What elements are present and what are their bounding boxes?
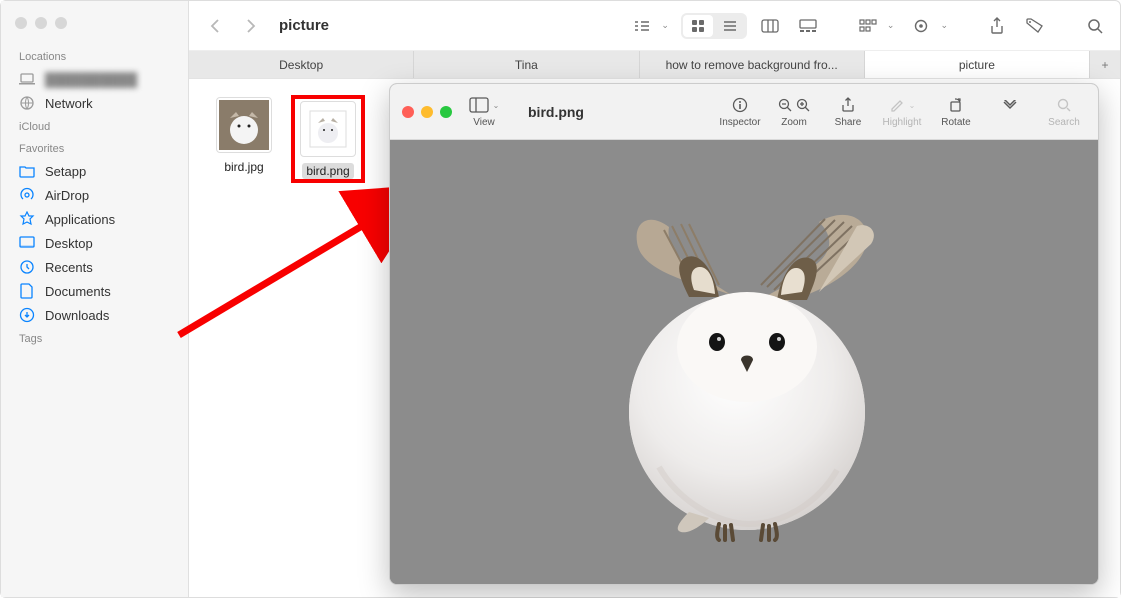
laptop-icon (19, 71, 35, 87)
zoom-in-icon[interactable] (796, 98, 810, 112)
file-bird-jpg[interactable]: bird.jpg (209, 97, 279, 181)
column-view-button[interactable] (755, 14, 785, 38)
share-button[interactable] (982, 14, 1012, 38)
file-thumbnail (300, 101, 356, 157)
zoom-out-icon[interactable] (778, 98, 792, 112)
apps-icon (19, 211, 35, 227)
sidebar-item-airdrop[interactable]: AirDrop (1, 183, 188, 207)
sidebar-label: Network (45, 96, 93, 111)
bird-image (559, 182, 929, 542)
more-button[interactable] (988, 95, 1032, 128)
share-button[interactable]: Share (826, 95, 870, 128)
preview-title: bird.png (528, 104, 584, 120)
action-button[interactable] (906, 14, 936, 38)
view-menu-button[interactable]: ⌄ View (462, 95, 506, 128)
file-name: bird.png (302, 163, 353, 179)
sidebar-label: Documents (45, 284, 111, 299)
download-icon (19, 307, 35, 323)
forward-button[interactable] (237, 12, 265, 40)
file-name: bird.jpg (220, 159, 267, 175)
tab-tina[interactable]: Tina (414, 51, 639, 78)
close-button[interactable] (402, 106, 414, 118)
zoom-button[interactable] (440, 106, 452, 118)
window-title: picture (279, 17, 329, 34)
section-locations: Locations (1, 45, 188, 67)
clock-icon (19, 259, 35, 275)
highlight-button[interactable]: ⌄ Highlight (880, 95, 924, 128)
sidebar-label: Recents (45, 260, 93, 275)
sidebar-item-applications[interactable]: Applications (1, 207, 188, 231)
tab-howto[interactable]: how to remove background fro... (640, 51, 865, 78)
globe-icon (19, 95, 35, 111)
sidebar-item-recents[interactable]: Recents (1, 255, 188, 279)
sidebar-item-downloads[interactable]: Downloads (1, 303, 188, 327)
sidebar-label: Setapp (45, 164, 86, 179)
tags-button[interactable] (1020, 14, 1050, 38)
window-controls[interactable] (1, 11, 188, 45)
folder-icon (19, 163, 35, 179)
preview-toolbar: ⌄ View bird.png Inspector Zoom Share ⌄ H… (390, 84, 1098, 140)
finder-sidebar: Locations ██████████ Network iCloud Favo… (1, 1, 189, 597)
minimize-dot[interactable] (35, 17, 47, 29)
preview-window[interactable]: ⌄ View bird.png Inspector Zoom Share ⌄ H… (389, 83, 1099, 585)
preview-window-controls[interactable] (402, 106, 452, 118)
group-button[interactable] (627, 14, 657, 38)
search-button[interactable]: Search (1042, 95, 1086, 128)
finder-toolbar: picture ⌄ ⌄ ⌄ (189, 1, 1120, 51)
chevron-down-icon: ⌄ (661, 20, 669, 31)
finder-tabbar: Desktop Tina how to remove background fr… (189, 51, 1120, 79)
sidebar-label: AirDrop (45, 188, 89, 203)
preview-canvas[interactable] (390, 140, 1098, 584)
file-thumbnail (216, 97, 272, 153)
inspector-button[interactable]: Inspector (718, 95, 762, 128)
sidebar-item-desktop[interactable]: Desktop (1, 231, 188, 255)
sidebar-item-setapp[interactable]: Setapp (1, 159, 188, 183)
sidebar-label: ██████████ (45, 72, 137, 87)
close-dot[interactable] (15, 17, 27, 29)
doc-icon (19, 283, 35, 299)
sidebar-item-documents[interactable]: Documents (1, 279, 188, 303)
desktop-icon (19, 235, 35, 251)
list-view-button[interactable] (715, 15, 745, 37)
file-bird-png[interactable]: bird.png (293, 97, 363, 181)
tab-picture[interactable]: picture (865, 51, 1090, 78)
search-button[interactable] (1080, 14, 1110, 38)
tab-desktop[interactable]: Desktop (189, 51, 414, 78)
sidebar-item-computer[interactable]: ██████████ (1, 67, 188, 91)
arrange-button[interactable] (853, 14, 883, 38)
sidebar-label: Desktop (45, 236, 93, 251)
tab-add-button[interactable]: + (1090, 51, 1120, 78)
airdrop-icon (19, 187, 35, 203)
sidebar-label: Downloads (45, 308, 109, 323)
sidebar-item-network[interactable]: Network (1, 91, 188, 115)
section-tags: Tags (1, 327, 188, 349)
sidebar-label: Applications (45, 212, 115, 227)
section-favorites: Favorites (1, 137, 188, 159)
back-button[interactable] (201, 12, 229, 40)
chevron-down-icon: ⌄ (887, 20, 895, 31)
zoom-buttons[interactable]: Zoom (772, 95, 816, 128)
zoom-dot[interactable] (55, 17, 67, 29)
gallery-view-button[interactable] (793, 14, 823, 38)
icon-view-button[interactable] (683, 15, 713, 37)
minimize-button[interactable] (421, 106, 433, 118)
section-icloud: iCloud (1, 115, 188, 137)
view-mode-segment[interactable] (681, 13, 747, 39)
rotate-button[interactable]: Rotate (934, 95, 978, 128)
chevron-down-icon: ⌄ (940, 20, 948, 31)
